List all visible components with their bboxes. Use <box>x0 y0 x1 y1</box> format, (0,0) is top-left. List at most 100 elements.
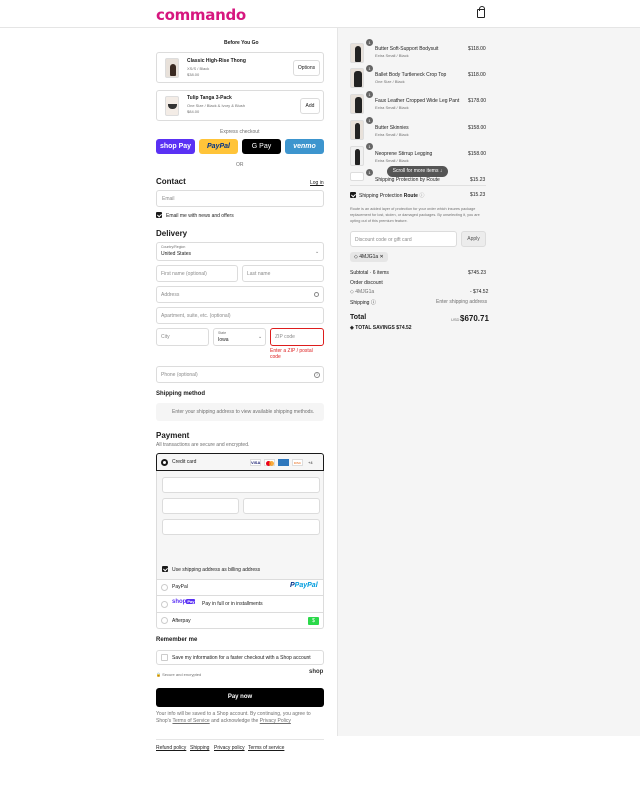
city-input[interactable]: City <box>156 328 209 346</box>
quantity-badge: 1 <box>366 143 373 150</box>
remember-checkbox[interactable] <box>161 654 168 661</box>
options-button[interactable]: Options <box>293 60 320 76</box>
product-image <box>350 68 364 88</box>
phone-placeholder: Phone (optional) <box>161 372 198 378</box>
express-checkout-label: Express checkout <box>220 129 260 135</box>
card-number-input[interactable] <box>162 477 320 493</box>
country-value: United States <box>161 251 192 257</box>
paypal-option[interactable]: PayPal PPayPal <box>156 580 324 596</box>
shipping-row-label: Shipping ⓘ <box>350 299 376 306</box>
first-name-input[interactable]: First name (optional) <box>156 265 238 282</box>
scroll-hint-pill[interactable]: Scroll for more items ↓ <box>387 166 448 177</box>
cart-item-name: Ballet Body Turtleneck Crop Top <box>375 72 447 78</box>
address-placeholder: Address <box>161 292 180 298</box>
security-code-input[interactable] <box>243 498 320 514</box>
logo[interactable]: commando <box>156 6 246 24</box>
expiry-input[interactable] <box>162 498 239 514</box>
terms-of-service-link[interactable]: Terms of service <box>248 745 284 751</box>
product-image <box>350 43 364 63</box>
savings-label: TOTAL SAVINGS <box>355 325 395 331</box>
pay-now-button[interactable]: Pay now <box>156 688 324 707</box>
shop-pay-button[interactable]: shop Pay <box>156 139 195 154</box>
shipping-link[interactable]: Shipping <box>190 745 209 751</box>
apartment-input[interactable]: Apartment, suite, etc. (optional) <box>156 307 324 324</box>
paypal-label: PayPal <box>172 584 188 590</box>
protection-label-text: Shipping Protection <box>359 193 403 199</box>
upsell-item: Tulip Tanga 3-Pack One Size / Black & Iv… <box>156 90 324 121</box>
country-label: Country/Region <box>161 245 186 249</box>
cart-item-price: $158.00 <box>468 151 487 157</box>
credit-card-option[interactable]: Credit card VISA DISC +4 <box>156 453 324 471</box>
shopping-bag-icon[interactable] <box>477 6 485 18</box>
discount-tag: ◇ 4MJG1a ✕ <box>350 252 388 262</box>
afterpay-radio[interactable] <box>161 617 168 624</box>
product-image <box>350 146 364 166</box>
state-select[interactable]: State Iowa ⌄ <box>213 328 266 346</box>
mastercard-icon <box>264 459 275 466</box>
shop-logo: shop <box>309 669 324 675</box>
currency-label: USD <box>451 317 460 322</box>
remember-heading: Remember me <box>156 637 198 643</box>
payment-heading: Payment <box>156 431 190 440</box>
contact-heading: Contact <box>156 177 186 186</box>
shipping-protection-price: $15.23 <box>470 192 486 198</box>
email-input[interactable]: Email <box>156 190 324 207</box>
upsell-title: Before You Go <box>224 40 259 46</box>
apply-button[interactable]: Apply <box>461 231 486 247</box>
shop-pay-text: Pay in full or in installments <box>202 601 263 607</box>
discount-input[interactable]: Discount code or gift card <box>350 231 457 247</box>
remember-option[interactable]: Save my information for a faster checkou… <box>156 650 324 665</box>
google-pay-button[interactable]: G Pay <box>242 139 281 154</box>
terms-link[interactable]: Terms of Service <box>172 718 209 724</box>
help-icon[interactable]: ? <box>314 372 320 378</box>
city-placeholder: City <box>161 334 170 340</box>
address-input[interactable]: Address <box>156 286 324 303</box>
credit-card-radio[interactable] <box>161 459 168 466</box>
country-select[interactable]: Country/Region United States ⌄ <box>156 242 324 261</box>
state-label: State <box>218 331 227 335</box>
privacy-link[interactable]: Privacy Policy <box>260 718 291 724</box>
product-image <box>350 94 364 114</box>
refund-policy-link[interactable]: Refund policy <box>156 745 186 751</box>
add-button[interactable]: Add <box>300 98 320 114</box>
discount-value: - $74.52 <box>470 289 489 295</box>
paypal-button[interactable]: PayPal <box>199 139 238 154</box>
info-icon[interactable]: ⓘ <box>419 193 424 199</box>
paypal-radio[interactable] <box>161 584 168 591</box>
cart-item-price: $178.00 <box>468 98 487 104</box>
route-logo: Route <box>403 193 418 199</box>
upsell-item-name: Classic High-Rise Thong <box>187 58 246 64</box>
tag-icon: ◈ <box>350 325 354 331</box>
billing-checkbox[interactable] <box>162 566 168 572</box>
zip-input[interactable]: ZIP code <box>270 328 324 346</box>
name-on-card-input[interactable] <box>162 519 320 535</box>
shipping-label: Shipping <box>350 300 370 306</box>
product-image <box>165 58 179 78</box>
card-fields: Use shipping address as billing address <box>156 471 324 580</box>
remove-discount-icon[interactable]: ✕ <box>380 254 384 260</box>
phone-input[interactable]: Phone (optional) ? <box>156 366 324 383</box>
news-checkbox[interactable] <box>156 212 162 218</box>
upsell-item-variant: XS/S / Black <box>187 66 210 71</box>
venmo-button[interactable]: venmo <box>285 139 324 154</box>
afterpay-option[interactable]: Afterpay $ <box>156 613 324 629</box>
login-link[interactable]: Log in <box>310 180 324 186</box>
cart-item-price: $158.00 <box>468 125 487 131</box>
shipping-value: Enter shipping address <box>436 299 488 305</box>
discount-tag-code: 4MJG1a <box>359 254 379 260</box>
chevron-down-icon: ⌄ <box>315 249 320 255</box>
legal-mid: and acknowledge the <box>211 718 259 724</box>
cart-item-name: Shipping Protection by Route <box>375 177 440 183</box>
shipping-method-placeholder: Enter your shipping address to view avai… <box>156 403 324 421</box>
quantity-badge: 1 <box>366 169 373 176</box>
zip-error: Enter a ZIP / postal code <box>270 348 313 360</box>
privacy-policy-link[interactable]: Privacy policy <box>214 745 245 751</box>
shop-pay-radio[interactable] <box>161 601 168 608</box>
shop-pay-option[interactable]: shopPay Pay in full or in installments <box>156 596 324 613</box>
shipping-protection-checkbox[interactable] <box>350 192 356 198</box>
last-name-placeholder: Last name <box>247 271 271 277</box>
last-name-input[interactable]: Last name <box>242 265 324 282</box>
cart-item-variant: Extra Small / Black <box>375 53 409 58</box>
help-icon[interactable]: ⓘ <box>371 300 376 306</box>
discount-code-label: 4MJG1a <box>355 289 375 295</box>
